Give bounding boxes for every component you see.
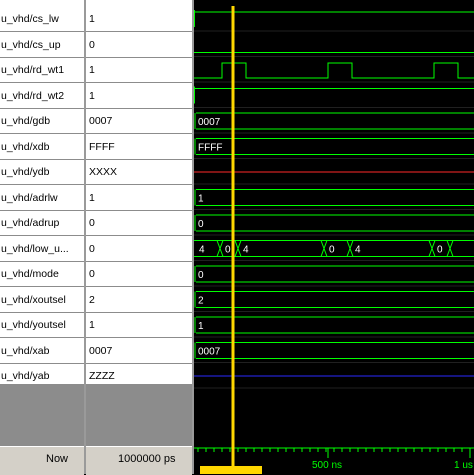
- signal-value: 1: [89, 89, 95, 102]
- signal-name-row[interactable]: u_vhd/xdb: [0, 135, 84, 160]
- signal-name-row[interactable]: u_vhd/rd_wt1: [0, 58, 84, 83]
- signal-name: u_vhd/rd_wt2: [1, 89, 65, 102]
- signal-name-row[interactable]: u_vhd/low_u...: [0, 237, 84, 262]
- signal-value-row[interactable]: XXXX: [86, 160, 192, 185]
- signal-name-row[interactable]: u_vhd/adrup: [0, 211, 84, 236]
- signal-value-row[interactable]: 0: [86, 237, 192, 262]
- low-u-label: 0: [437, 245, 443, 256]
- signal-value: 1: [89, 13, 95, 25]
- xab-bus-label: 0007: [198, 347, 221, 358]
- signal-name: u_vhd/cs_lw: [1, 13, 59, 25]
- signal-value: 1: [89, 64, 95, 76]
- signal-value-row[interactable]: 2: [86, 288, 192, 313]
- adrup-bus-label: 0: [198, 219, 204, 230]
- signal-name-row[interactable]: u_vhd/mode: [0, 262, 84, 287]
- signal-value-row[interactable]: 1: [86, 84, 192, 109]
- signal-name-panel: u_vhd/cs_lw u_vhd/cs_up u_vhd/rd_wt1 u_vhd/…: [0, 0, 84, 475]
- low-u-label: 0: [225, 245, 231, 256]
- signal-name: u_vhd/rd_wt1: [1, 64, 65, 76]
- signal-value: FFFF: [89, 140, 115, 153]
- signal-value: ZZZZ: [89, 370, 115, 382]
- signal-name: u_vhd/adrlw: [1, 191, 58, 204]
- signal-value-row[interactable]: 0007: [86, 339, 192, 364]
- xdb-bus-label: FFFF: [198, 143, 222, 154]
- signal-name-row[interactable]: u_vhd/gdb: [0, 109, 84, 134]
- low-u-label: 4: [243, 245, 249, 256]
- now-footer: Now: [0, 446, 84, 475]
- youtsel-bus-label: 1: [198, 321, 204, 332]
- signal-name: u_vhd/mode: [1, 268, 59, 280]
- timeline-label-mid: 500 ns: [312, 460, 342, 471]
- signal-value-row[interactable]: 1: [86, 7, 192, 32]
- signal-name-row[interactable]: u_vhd/xoutsel: [0, 288, 84, 313]
- signal-name: u_vhd/cs_up: [1, 38, 61, 51]
- waveform-panel[interactable]: 0007 FFFF 1 0 4 0 4 0 4 0 0 2 1 0007 500 ns 1 us: [194, 0, 474, 474]
- signal-name: u_vhd/xoutsel: [1, 293, 66, 306]
- signal-name-row[interactable]: u_vhd/adrlw: [0, 186, 84, 211]
- signal-name: u_vhd/xab: [1, 344, 50, 357]
- signal-name: u_vhd/ydb: [1, 166, 50, 178]
- signal-value: 1: [89, 319, 95, 331]
- signal-value-row[interactable]: 1: [86, 313, 192, 338]
- mode-bus-label: 0: [198, 270, 204, 281]
- signal-value: XXXX: [89, 166, 118, 178]
- low-u-label: 4: [199, 245, 205, 256]
- signal-name-row[interactable]: u_vhd/xab: [0, 339, 84, 364]
- low-u-label: 4: [355, 245, 361, 256]
- now-label: Now: [46, 453, 69, 465]
- name-panel-empty-area: [0, 384, 84, 446]
- signal-name-row[interactable]: u_vhd/rd_wt2: [0, 84, 84, 109]
- signal-value: 1: [89, 191, 95, 204]
- rd-wt1-trace: [194, 62, 474, 79]
- signal-value: 0: [89, 217, 95, 229]
- signal-value: 0007: [89, 344, 113, 357]
- signal-value: 0: [89, 242, 95, 255]
- signal-name: u_vhd/gdb: [1, 115, 51, 127]
- signal-value-row[interactable]: 0007: [86, 109, 192, 134]
- signal-name: u_vhd/youtsel: [1, 319, 66, 331]
- signal-name-row[interactable]: u_vhd/youtsel: [0, 313, 84, 338]
- adrlw-bus-label: 1: [198, 194, 204, 205]
- signal-value-row[interactable]: 0: [86, 211, 192, 236]
- gdb-bus-label: 0007: [198, 117, 221, 128]
- signal-name: u_vhd/low_u...: [1, 242, 69, 255]
- xoutsel-bus-label: 2: [198, 296, 204, 307]
- now-value: 1000000 ps: [118, 453, 176, 465]
- signal-name-row[interactable]: u_vhd/cs_up: [0, 33, 84, 58]
- timeline-label-end: 1 us: [454, 460, 473, 471]
- low-u-label: 0: [329, 245, 335, 256]
- signal-name: u_vhd/adrup: [1, 217, 60, 229]
- value-panel-empty-area: [86, 384, 192, 446]
- signal-name: u_vhd/yab: [1, 370, 50, 382]
- signal-value: 0: [89, 268, 95, 280]
- signal-name-row[interactable]: u_vhd/ydb: [0, 160, 84, 185]
- signal-value-panel: 1 0 1 1 0007 FFFF XXXX 1 0 0 0 2 1 0007 ZZZZ 1000000 p…: [86, 0, 192, 475]
- signal-name: u_vhd/xdb: [1, 140, 50, 153]
- signal-value-row[interactable]: 0: [86, 33, 192, 58]
- signal-value-row[interactable]: 0: [86, 262, 192, 287]
- signal-value: 2: [89, 293, 95, 306]
- signal-name-row[interactable]: u_vhd/cs_lw: [0, 7, 84, 32]
- now-value-footer: 1000000 ps: [86, 446, 192, 475]
- cursor-marker: [200, 466, 262, 474]
- signal-value: 0007: [89, 115, 113, 127]
- signal-value-row[interactable]: 1: [86, 186, 192, 211]
- signal-value-row[interactable]: FFFF: [86, 135, 192, 160]
- signal-value: 0: [89, 38, 95, 51]
- signal-value-row[interactable]: 1: [86, 58, 192, 83]
- waveform-canvas[interactable]: 0007 FFFF 1 0 4 0 4 0 4 0 0 2 1 0007 500 ns 1 us: [194, 0, 474, 474]
